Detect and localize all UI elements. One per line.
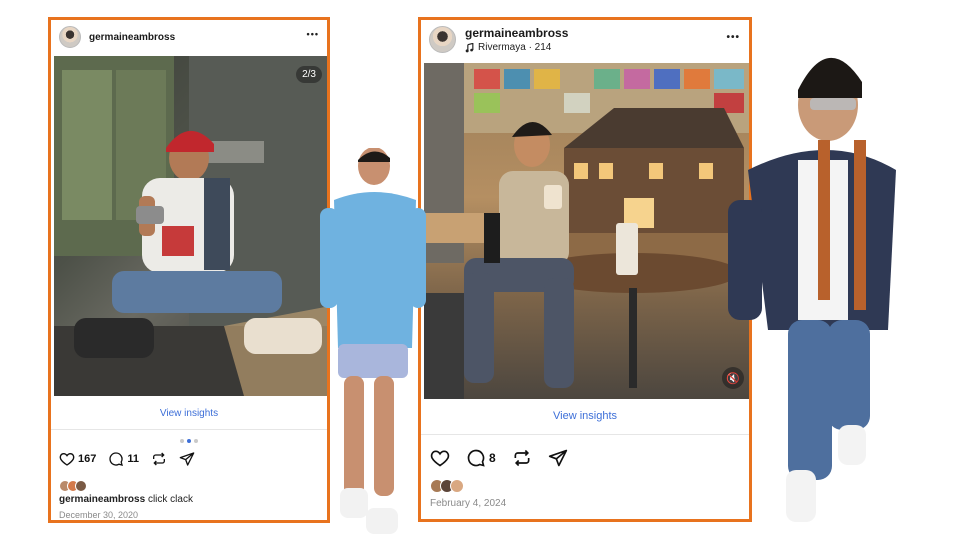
share-icon: [179, 452, 195, 466]
repost-button[interactable]: [512, 448, 532, 468]
person-cutout-navy-blazer: [728, 57, 896, 522]
music-attribution[interactable]: Rivermaya · 214: [465, 42, 568, 53]
post-card-2: germaineambross Rivermaya · 214 ••• 🔇 Vi…: [418, 17, 752, 522]
divider: [421, 434, 749, 435]
photo-illustration: [424, 63, 749, 399]
action-bar: 8: [430, 448, 568, 468]
post-header: germaineambross: [59, 26, 327, 48]
liker-avatars[interactable]: [59, 480, 87, 492]
share-button[interactable]: [179, 451, 195, 467]
action-bar: 167 11: [59, 451, 195, 467]
repost-button[interactable]: [151, 451, 167, 467]
comment-icon: [467, 449, 485, 467]
comment-count: 11: [127, 453, 139, 465]
carousel-dot-active[interactable]: [187, 439, 191, 443]
avatar[interactable]: [59, 26, 81, 48]
divider: [51, 429, 327, 430]
like-button[interactable]: 167: [59, 451, 96, 467]
view-insights-link[interactable]: View insights: [421, 410, 749, 422]
avatar: [450, 479, 464, 493]
person-cutout-blue-shirt: [320, 148, 426, 534]
comment-icon: [109, 452, 124, 466]
carousel-dots: [51, 439, 327, 443]
post-header: germaineambross Rivermaya · 214: [429, 26, 749, 53]
like-button[interactable]: [430, 448, 450, 468]
liker-avatars[interactable]: [430, 479, 464, 493]
collage-canvas: germaineambross ••• 2/3 View insights 16…: [0, 0, 960, 540]
post-photo[interactable]: 2/3: [54, 56, 327, 396]
comment-button[interactable]: 8: [466, 448, 496, 468]
music-note-icon: [465, 42, 474, 52]
post-caption: germaineambross click clack: [59, 494, 193, 505]
heart-icon: [430, 450, 450, 467]
post-photo[interactable]: 🔇: [424, 63, 749, 399]
share-icon: [548, 449, 567, 467]
avatar: [75, 480, 87, 492]
music-label: Rivermaya · 214: [478, 42, 552, 53]
post-date: February 4, 2024: [430, 498, 507, 509]
heart-icon: [59, 452, 75, 466]
comment-count: 8: [489, 451, 496, 465]
like-count: 167: [78, 453, 97, 465]
post-card-1: germaineambross ••• 2/3 View insights 16…: [48, 17, 330, 523]
avatar[interactable]: [429, 26, 456, 53]
post-username[interactable]: germaineambross: [89, 32, 175, 43]
more-options-icon[interactable]: •••: [307, 29, 319, 39]
comment-button[interactable]: 11: [108, 451, 139, 467]
carousel-counter: 2/3: [296, 66, 322, 83]
carousel-dot[interactable]: [194, 439, 198, 443]
post-header-text: germaineambross Rivermaya · 214: [465, 26, 568, 53]
repost-icon: [153, 452, 165, 466]
share-button[interactable]: [548, 448, 568, 468]
post-username[interactable]: germaineambross: [465, 26, 568, 40]
post-date: December 30, 2020: [59, 510, 139, 520]
view-insights-link[interactable]: View insights: [51, 408, 327, 419]
caption-username[interactable]: germaineambross: [59, 494, 145, 505]
carousel-dot[interactable]: [180, 439, 184, 443]
photo-illustration: [54, 56, 327, 396]
caption-text: click clack: [147, 494, 193, 505]
repost-icon: [514, 449, 530, 467]
